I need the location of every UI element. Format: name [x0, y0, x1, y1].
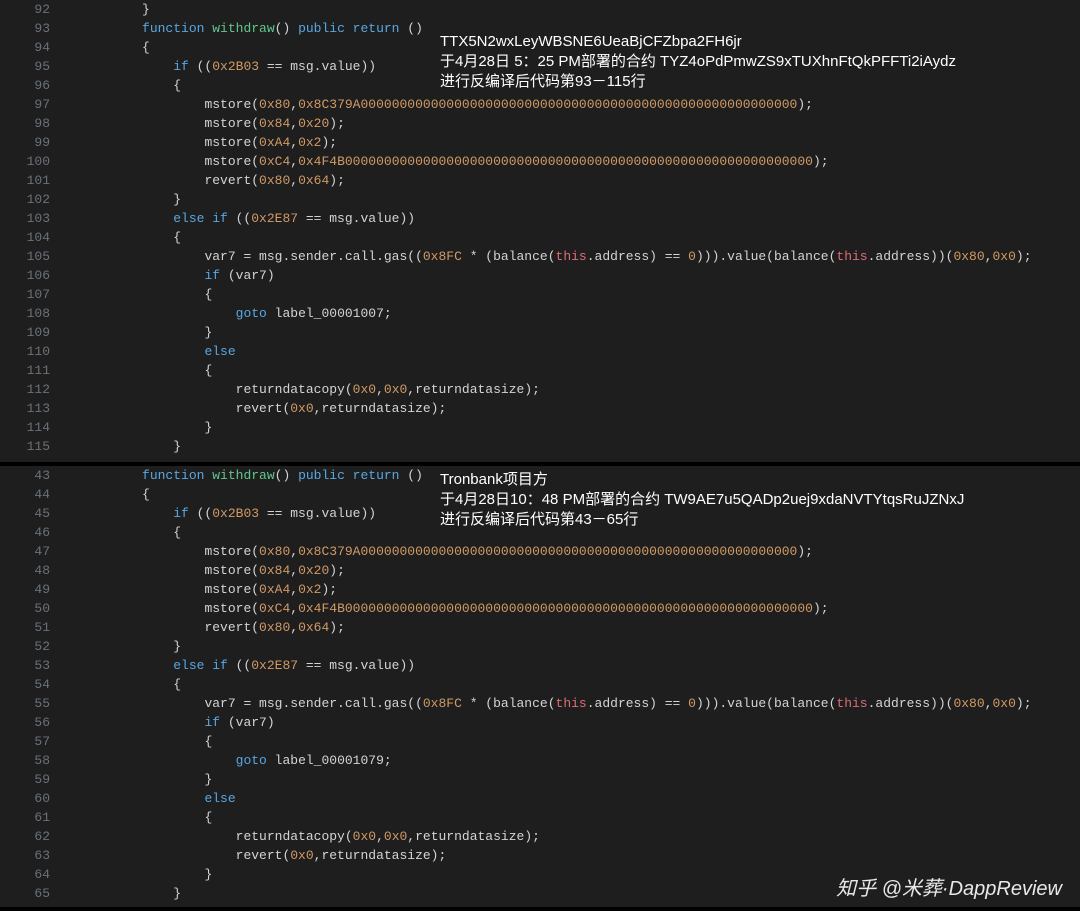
- callout-line: Tronbank项目方: [440, 470, 964, 490]
- callout-text-1: TTX5N2wxLeyWBSNE6UeaBjCFZbpa2FH6jr 于4月28…: [440, 32, 956, 92]
- code-line[interactable]: 59 }: [0, 770, 1080, 789]
- line-number: 114: [0, 418, 64, 437]
- callout-line: TTX5N2wxLeyWBSNE6UeaBjCFZbpa2FH6jr: [440, 32, 956, 52]
- line-number: 51: [0, 618, 64, 637]
- line-number: 108: [0, 304, 64, 323]
- line-number: 115: [0, 437, 64, 456]
- code-panel-1: TTX5N2wxLeyWBSNE6UeaBjCFZbpa2FH6jr 于4月28…: [0, 0, 1080, 462]
- watermark-text: 知乎 @米葬·DappReview: [836, 872, 1062, 901]
- code-line[interactable]: 56 if (var7): [0, 713, 1080, 732]
- line-number: 110: [0, 342, 64, 361]
- code-line[interactable]: 108 goto label_00001007;: [0, 304, 1080, 323]
- code-line[interactable]: 53 else if ((0x2E87 == msg.value)): [0, 656, 1080, 675]
- code-line[interactable]: 50 mstore(0xC4,0x4F4B0000000000000000000…: [0, 599, 1080, 618]
- line-number: 62: [0, 827, 64, 846]
- code-line[interactable]: 110 else: [0, 342, 1080, 361]
- line-number: 96: [0, 76, 64, 95]
- line-number: 61: [0, 808, 64, 827]
- line-number: 104: [0, 228, 64, 247]
- line-number: 100: [0, 152, 64, 171]
- callout-line: 于4月28日10：48 PM部署的合约 TW9AE7u5QADp2uej9xda…: [440, 490, 964, 510]
- line-number: 65: [0, 884, 64, 903]
- code-line[interactable]: 107 {: [0, 285, 1080, 304]
- code-panel-2: Tronbank项目方 于4月28日10：48 PM部署的合约 TW9AE7u5…: [0, 466, 1080, 907]
- line-number: 52: [0, 637, 64, 656]
- code-line[interactable]: 113 revert(0x0,returndatasize);: [0, 399, 1080, 418]
- line-number: 92: [0, 0, 64, 19]
- code-line[interactable]: 97 mstore(0x80,0x8C379A00000000000000000…: [0, 95, 1080, 114]
- code-line[interactable]: 63 revert(0x0,returndatasize);: [0, 846, 1080, 865]
- code-line[interactable]: 112 returndatacopy(0x0,0x0,returndatasiz…: [0, 380, 1080, 399]
- code-line[interactable]: 61 {: [0, 808, 1080, 827]
- code-line[interactable]: 57 {: [0, 732, 1080, 751]
- line-number: 98: [0, 114, 64, 133]
- callout-line: 进行反编译后代码第43－65行: [440, 510, 964, 530]
- code-line[interactable]: 106 if (var7): [0, 266, 1080, 285]
- code-line[interactable]: 62 returndatacopy(0x0,0x0,returndatasize…: [0, 827, 1080, 846]
- code-line[interactable]: 51 revert(0x80,0x64);: [0, 618, 1080, 637]
- line-number: 109: [0, 323, 64, 342]
- callout-line: 进行反编译后代码第93－115行: [440, 72, 956, 92]
- code-line[interactable]: 100 mstore(0xC4,0x4F4B000000000000000000…: [0, 152, 1080, 171]
- line-number: 58: [0, 751, 64, 770]
- code-line[interactable]: 104 {: [0, 228, 1080, 247]
- code-line[interactable]: 60 else: [0, 789, 1080, 808]
- line-number: 53: [0, 656, 64, 675]
- code-line[interactable]: 114 }: [0, 418, 1080, 437]
- line-number: 57: [0, 732, 64, 751]
- line-number: 99: [0, 133, 64, 152]
- line-number: 48: [0, 561, 64, 580]
- line-number: 46: [0, 523, 64, 542]
- line-number: 111: [0, 361, 64, 380]
- line-number: 45: [0, 504, 64, 523]
- line-number: 107: [0, 285, 64, 304]
- code-line[interactable]: 105 var7 = msg.sender.call.gas((0x8FC * …: [0, 247, 1080, 266]
- line-number: 60: [0, 789, 64, 808]
- line-number: 102: [0, 190, 64, 209]
- line-number: 59: [0, 770, 64, 789]
- code-line[interactable]: 109 }: [0, 323, 1080, 342]
- line-number: 113: [0, 399, 64, 418]
- code-line[interactable]: 55 var7 = msg.sender.call.gas((0x8FC * (…: [0, 694, 1080, 713]
- callout-line: 于4月28日 5：25 PM部署的合约 TYZ4oPdPmwZS9xTUXhnF…: [440, 52, 956, 72]
- code-line[interactable]: 102 }: [0, 190, 1080, 209]
- code-line[interactable]: 92 }: [0, 0, 1080, 19]
- line-number: 94: [0, 38, 64, 57]
- code-line[interactable]: 58 goto label_00001079;: [0, 751, 1080, 770]
- line-number: 56: [0, 713, 64, 732]
- line-number: 101: [0, 171, 64, 190]
- line-number: 44: [0, 485, 64, 504]
- line-number: 47: [0, 542, 64, 561]
- code-line[interactable]: 103 else if ((0x2E87 == msg.value)): [0, 209, 1080, 228]
- line-number: 63: [0, 846, 64, 865]
- line-number: 112: [0, 380, 64, 399]
- line-number: 93: [0, 19, 64, 38]
- code-line[interactable]: 52 }: [0, 637, 1080, 656]
- line-number: 97: [0, 95, 64, 114]
- line-number: 43: [0, 466, 64, 485]
- line-number: 50: [0, 599, 64, 618]
- line-number: 106: [0, 266, 64, 285]
- code-line[interactable]: 47 mstore(0x80,0x8C379A00000000000000000…: [0, 542, 1080, 561]
- code-line[interactable]: 98 mstore(0x84,0x20);: [0, 114, 1080, 133]
- line-number: 49: [0, 580, 64, 599]
- line-number: 64: [0, 865, 64, 884]
- code-line[interactable]: 49 mstore(0xA4,0x2);: [0, 580, 1080, 599]
- code-line[interactable]: 48 mstore(0x84,0x20);: [0, 561, 1080, 580]
- line-number: 95: [0, 57, 64, 76]
- line-number: 55: [0, 694, 64, 713]
- code-line[interactable]: 115 }: [0, 437, 1080, 456]
- line-number: 54: [0, 675, 64, 694]
- code-line[interactable]: 99 mstore(0xA4,0x2);: [0, 133, 1080, 152]
- code-line[interactable]: 111 {: [0, 361, 1080, 380]
- code-block-2[interactable]: 43 function withdraw() public return ()4…: [0, 466, 1080, 903]
- callout-text-2: Tronbank项目方 于4月28日10：48 PM部署的合约 TW9AE7u5…: [440, 470, 964, 530]
- line-number: 105: [0, 247, 64, 266]
- line-number: 103: [0, 209, 64, 228]
- code-line[interactable]: 54 {: [0, 675, 1080, 694]
- code-line[interactable]: 101 revert(0x80,0x64);: [0, 171, 1080, 190]
